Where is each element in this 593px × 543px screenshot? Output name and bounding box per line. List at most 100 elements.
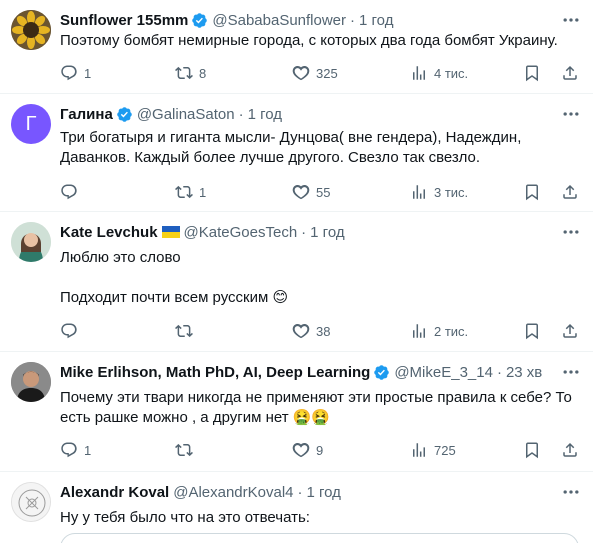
share-button[interactable] bbox=[561, 183, 579, 201]
bookmark-icon bbox=[526, 442, 538, 459]
tweet-3[interactable]: Kate Levchuk @KateGoesTech · 1 год Люблю… bbox=[0, 212, 593, 352]
views-count: 2 тис. bbox=[434, 323, 469, 339]
share-button[interactable] bbox=[561, 64, 579, 82]
views-button[interactable]: 2 тис. bbox=[410, 322, 468, 340]
separator-dot: · bbox=[496, 363, 502, 381]
like-button[interactable]: 9 bbox=[292, 441, 323, 459]
tweet-text: Почему эти твари никогда не применяют эт… bbox=[60, 388, 579, 428]
repost-button[interactable] bbox=[175, 322, 199, 340]
avatar[interactable]: Г bbox=[11, 104, 51, 144]
like-button[interactable]: 55 bbox=[292, 183, 330, 201]
tweet-4[interactable]: Mike Erlihson, Math PhD, AI, Deep Learni… bbox=[0, 352, 593, 472]
repost-count: 8 bbox=[199, 65, 207, 81]
tweet-text-line: Даванков. Каждый более лучше другого. Св… bbox=[60, 149, 481, 166]
timestamp[interactable]: 1 год bbox=[359, 12, 393, 29]
timestamp[interactable]: 1 год bbox=[307, 484, 341, 501]
repost-button[interactable]: 8 bbox=[175, 64, 206, 82]
reply-button[interactable] bbox=[60, 322, 84, 340]
tweet-text-line: Поэтому бомбят немирные города, с которы… bbox=[60, 32, 558, 49]
heart-icon bbox=[292, 443, 310, 458]
more-options-icon[interactable] bbox=[561, 10, 581, 30]
like-button[interactable]: 38 bbox=[292, 322, 330, 340]
bookmark-button[interactable] bbox=[523, 64, 541, 82]
author-name[interactable]: Галина bbox=[60, 106, 113, 123]
share-icon bbox=[563, 442, 577, 457]
tweet-text-line: Подходит почти всем русским 😊 bbox=[60, 289, 289, 306]
avatar[interactable] bbox=[11, 362, 51, 402]
share-button[interactable] bbox=[561, 322, 579, 340]
views-count: 3 тис. bbox=[434, 184, 469, 200]
views-count: 4 тис. bbox=[434, 65, 469, 81]
reply-count: 1 bbox=[84, 442, 92, 458]
reply-button[interactable]: 1 bbox=[60, 441, 91, 459]
bookmark-button[interactable] bbox=[523, 183, 541, 201]
share-icon bbox=[563, 184, 577, 199]
reply-icon bbox=[61, 442, 77, 458]
author-handle[interactable]: @AlexandrKoval4 bbox=[173, 484, 293, 501]
author-name[interactable]: Kate Levchuk bbox=[60, 224, 158, 241]
timestamp[interactable]: 1 год bbox=[310, 224, 344, 241]
heart-icon bbox=[292, 66, 310, 81]
repost-icon bbox=[175, 185, 193, 199]
views-chart-icon bbox=[413, 443, 425, 457]
repost-button[interactable] bbox=[175, 441, 199, 459]
tweet-text: Люблю это слово Подходит почти всем русс… bbox=[60, 248, 579, 308]
verified-badge-icon[interactable] bbox=[116, 106, 133, 123]
views-button[interactable]: 4 тис. bbox=[410, 64, 468, 82]
action-bar: 1 55 3 тис. bbox=[58, 182, 579, 202]
author-name[interactable]: Alexandr Koval bbox=[60, 484, 169, 501]
author-handle[interactable]: @MikeE_3_14 bbox=[394, 364, 493, 381]
repost-button[interactable]: 1 bbox=[175, 183, 206, 201]
reply-button[interactable]: 1 bbox=[60, 64, 91, 82]
tweet-text-line: есть рашке можно , а другим нет 🤮🤮 bbox=[60, 409, 331, 426]
avatar-letter: Г bbox=[25, 112, 37, 135]
verified-badge-icon[interactable] bbox=[191, 12, 208, 29]
bookmark-button[interactable] bbox=[523, 441, 541, 459]
verified-badge-icon[interactable] bbox=[373, 364, 390, 381]
reply-count: 1 bbox=[84, 65, 92, 81]
like-count: 9 bbox=[316, 442, 324, 458]
bookmark-button[interactable] bbox=[523, 322, 541, 340]
author-name[interactable]: Sunflower 155mm bbox=[60, 12, 188, 29]
avatar[interactable] bbox=[11, 10, 51, 50]
reply-icon bbox=[61, 65, 77, 81]
views-chart-icon bbox=[413, 185, 425, 199]
woman-portrait-avatar-icon bbox=[11, 222, 51, 262]
tweet-text-line: Люблю это слово bbox=[60, 249, 181, 266]
more-options-icon[interactable] bbox=[561, 222, 581, 242]
views-chart-icon bbox=[413, 66, 425, 80]
bookmark-icon bbox=[526, 65, 538, 82]
share-icon bbox=[563, 323, 577, 338]
separator-dot: · bbox=[301, 223, 307, 241]
more-options-icon[interactable] bbox=[561, 104, 581, 124]
repost-count: 1 bbox=[199, 184, 207, 200]
more-options-icon[interactable] bbox=[561, 362, 581, 382]
author-handle[interactable]: @GalinaSaton bbox=[137, 106, 235, 123]
separator-dot: · bbox=[238, 105, 244, 123]
tweet-2[interactable]: Г Галина @GalinaSaton · 1 год Три богаты… bbox=[0, 94, 593, 212]
like-button[interactable]: 325 bbox=[292, 64, 338, 82]
timestamp[interactable]: 23 хв bbox=[506, 364, 542, 381]
ukraine-flag-icon bbox=[161, 226, 180, 238]
avatar[interactable] bbox=[11, 482, 51, 522]
reply-icon bbox=[61, 184, 77, 200]
tweet-text-blank-line bbox=[60, 268, 579, 288]
tweet-1[interactable]: Sunflower 155mm @SababaSunflower · 1 год… bbox=[0, 0, 593, 94]
author-handle[interactable]: @KateGoesTech bbox=[184, 224, 298, 241]
avatar[interactable] bbox=[11, 222, 51, 262]
views-button[interactable]: 725 bbox=[410, 441, 456, 459]
author-name[interactable]: Mike Erlihson, Math PhD, AI, Deep Learni… bbox=[60, 364, 370, 381]
bookmark-icon bbox=[526, 323, 538, 340]
views-button[interactable]: 3 тис. bbox=[410, 183, 468, 201]
action-bar: 1 8 325 4 тис. bbox=[58, 63, 579, 83]
tweet-text: Ну у тебя было что на это отвечать: bbox=[60, 508, 579, 528]
timestamp[interactable]: 1 год bbox=[248, 106, 282, 123]
action-bar: 1 9 725 bbox=[58, 440, 579, 460]
more-options-icon[interactable] bbox=[561, 482, 581, 502]
author-handle[interactable]: @SababaSunflower bbox=[212, 12, 346, 29]
share-button[interactable] bbox=[561, 441, 579, 459]
reply-button[interactable] bbox=[60, 183, 84, 201]
tweet-text: Три богатыря и гиганта мысли- Дунцова( в… bbox=[60, 128, 579, 168]
quoted-content-box[interactable] bbox=[60, 533, 579, 543]
heart-icon bbox=[292, 185, 310, 200]
